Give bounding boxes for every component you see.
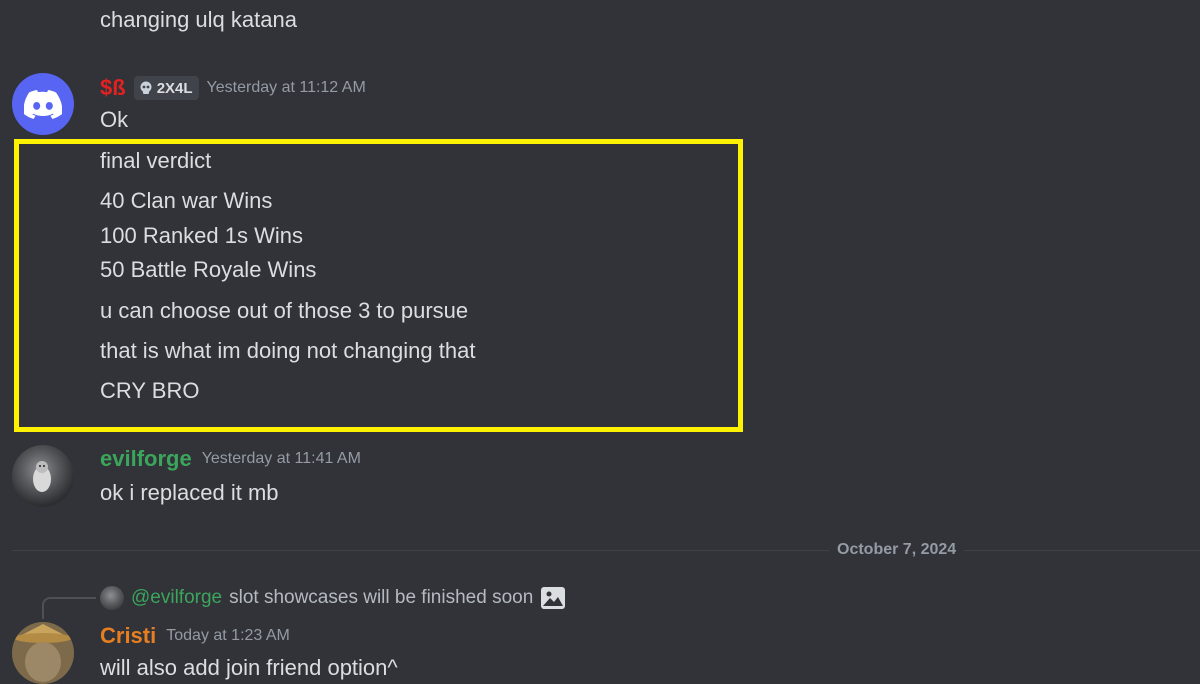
user-avatar[interactable] [12,445,74,507]
clan-tag-text: 2X4L [156,79,193,97]
reply-text: slot showcases will be finished soon [229,587,534,608]
timestamp[interactable]: Yesterday at 11:12 AM [207,74,366,102]
message-text: will also add join friend option^ [100,655,398,680]
reply-spine [42,597,96,619]
skull-icon [140,81,152,94]
message-text: final verdict [100,148,212,173]
username[interactable]: Cristi [100,622,156,650]
timestamp[interactable]: Today at 1:23 AM [166,622,290,650]
message-text: Ok [100,107,129,132]
message-text: 100 Ranked 1s Wins [100,223,303,248]
reply-mention[interactable]: @evilforge [131,586,222,610]
message-text: changing ulq katana [100,7,297,32]
message-text: 40 Clan war Wins [100,188,273,213]
message-header: $ß 2X4L Yesterday at 11:12 AM [100,74,366,102]
message-text: CRY BRO [100,378,200,403]
image-icon [541,587,566,609]
date-divider-line [12,550,1200,551]
user-avatar[interactable] [12,73,74,135]
message-header: Cristi Today at 1:23 AM [100,622,290,650]
timestamp[interactable]: Yesterday at 11:41 AM [202,445,361,473]
message-text: u can choose out of those 3 to pursue [100,298,469,323]
message-header: evilforge Yesterday at 11:41 AM [100,445,361,473]
clan-tag-badge[interactable]: 2X4L [133,76,199,100]
reply-preview[interactable]: @evilforge slot showcases will be finish… [100,586,566,610]
message-text: that is what im doing not changing that [100,338,476,363]
username[interactable]: $ß [100,74,126,102]
date-divider-label: October 7, 2024 [829,540,965,560]
cat-avatar-icon [33,461,51,492]
message-text: 50 Battle Royale Wins [100,257,317,282]
reply-avatar [100,586,124,610]
message-text: ok i replaced it mb [100,480,279,505]
discord-logo-icon [24,90,62,119]
username[interactable]: evilforge [100,445,192,473]
